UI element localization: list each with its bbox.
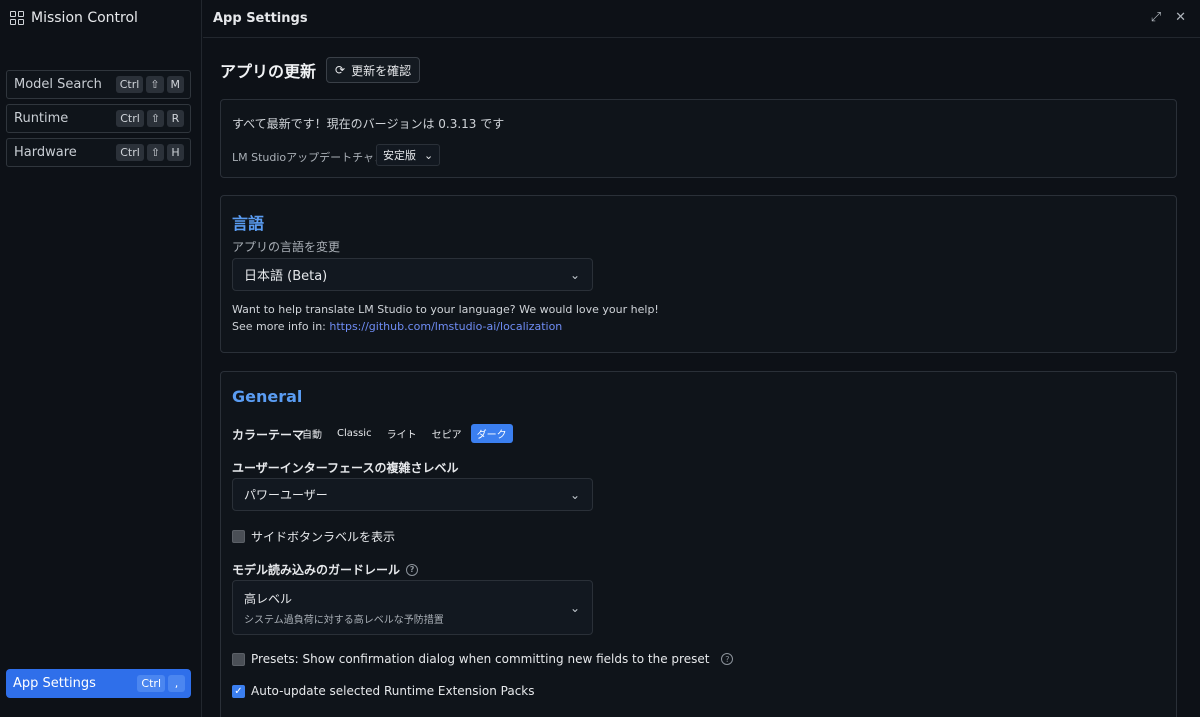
shortcut-key: ⇧ [146,110,164,127]
sidebar: Mission Control Model Search Ctrl ⇧ M Ru… [0,0,202,717]
sidebar-item-runtime[interactable]: Runtime Ctrl ⇧ R [6,104,191,133]
sidebar-item-label: App Settings [13,676,96,691]
theme-option-sepia[interactable]: セピア [426,424,468,443]
chevron-down-icon: ⌄ [569,601,580,615]
translate-more-info: See more info in: https://github.com/lms… [232,320,562,333]
more-info-prefix: See more info in: [232,320,330,333]
grid-icon [10,11,24,25]
language-title: 言語 [232,214,265,233]
panel-title: App Settings [213,11,308,26]
presets-confirm-checkbox[interactable]: Presets: Show confirmation dialog when c… [232,652,734,666]
theme-option-light[interactable]: ライト [381,424,423,443]
shortcut-key: ⇧ [146,144,164,161]
refresh-icon: ⟳ [335,63,346,77]
mission-control-header[interactable]: Mission Control [10,9,138,27]
general-card: General カラーテーマ 自動 Classic ライト セピア ダーク ユー… [220,371,1177,717]
help-icon[interactable]: ? [406,563,419,576]
ui-level-select[interactable]: パワーユーザー ⌄ [232,478,593,511]
panel-header: App Settings ⤢ ✕ [203,0,1200,38]
side-labels-label: サイドボタンラベルを表示 [251,530,396,544]
guardrail-label: モデル読み込みのガードレール [232,563,401,577]
sidebar-item-label: Runtime [14,111,69,126]
sidebar-item-model-search[interactable]: Model Search Ctrl ⇧ M [6,70,191,99]
check-updates-button[interactable]: ⟳ 更新を確認 [326,57,421,83]
side-labels-checkbox[interactable]: サイドボタンラベルを表示 [232,528,395,545]
checkbox-unchecked[interactable] [232,530,245,543]
localization-link[interactable]: https://github.com/lmstudio-ai/localizat… [329,320,562,333]
shortcut-key: H [167,144,184,161]
update-header: アプリの更新 ⟳ 更新を確認 [220,57,421,83]
theme-option-classic[interactable]: Classic [331,426,378,441]
shortcut-key: R [167,110,184,127]
chevron-down-icon: ⌄ [424,148,434,162]
update-channel-select[interactable]: 安定版 ⌄ [376,144,441,166]
shortcut-key: Ctrl [116,110,144,127]
sidebar-item-label: Model Search [14,77,102,92]
update-card: すべて最新です！現在のバージョンは 0.3.13 です LM Studioアップ… [220,99,1177,178]
presets-confirm-label: Presets: Show confirmation dialog when c… [251,652,710,666]
ui-level-label: ユーザーインターフェースの複雑さレベル [232,461,459,475]
theme-option-auto[interactable]: 自動 [296,424,328,443]
check-updates-label: 更新を確認 [351,63,412,78]
checkbox-unchecked[interactable] [232,652,245,666]
sidebar-item-app-settings[interactable]: App Settings Ctrl , [6,669,191,698]
shortcut-key: , [168,675,185,692]
ui-level-value: パワーユーザー [244,488,328,502]
language-label: アプリの言語を変更 [232,240,341,254]
language-select[interactable]: 日本語 (Beta) ⌄ [232,258,593,291]
shortcut-key: ⇧ [146,76,164,93]
sidebar-item-label: Hardware [14,145,77,160]
shortcut-key: Ctrl [116,144,144,161]
language-card: 言語 アプリの言語を変更 日本語 (Beta) ⌄ Want to help t… [220,195,1177,353]
expand-icon[interactable]: ⤢ [1151,10,1161,25]
theme-option-dark[interactable]: ダーク [470,424,513,443]
shortcut-key: M [166,76,184,93]
update-heading: アプリの更新 [220,62,317,81]
close-icon[interactable]: ✕ [1175,10,1186,25]
auto-update-label: Auto-update selected Runtime Extension P… [251,684,535,698]
auto-update-checkbox[interactable]: ✓ Auto-update selected Runtime Extension… [232,684,535,698]
shortcut-key: Ctrl [115,76,144,93]
mission-control-title: Mission Control [31,10,138,26]
guardrail-description: システム過負荷に対する高レベルな予防措置 [244,614,444,626]
guardrail-value: 高レベル [244,591,293,606]
update-channel-value: 安定版 [383,149,416,162]
guardrail-select[interactable]: 高レベル システム過負荷に対する高レベルな予防措置 ⌄ [232,580,593,635]
shortcut-key: Ctrl [137,675,165,692]
sidebar-item-hardware[interactable]: Hardware Ctrl ⇧ H [6,138,191,167]
language-value: 日本語 (Beta) [244,269,328,284]
translate-help-text: Want to help translate LM Studio to your… [232,303,659,316]
settings-panel: App Settings ⤢ ✕ アプリの更新 ⟳ 更新を確認 すべて最新です！… [203,0,1200,717]
theme-selector: 自動 Classic ライト セピア ダーク [296,424,513,443]
guardrail-label-row: モデル読み込みのガードレール ? [232,561,419,578]
theme-label: カラーテーマ [232,428,305,442]
checkbox-checked[interactable]: ✓ [232,684,245,698]
chevron-down-icon: ⌄ [569,487,580,502]
help-icon[interactable]: ? [721,653,734,665]
chevron-down-icon: ⌄ [569,267,580,282]
general-title: General [232,387,303,406]
update-status: すべて最新です！現在のバージョンは 0.3.13 です [232,117,505,131]
